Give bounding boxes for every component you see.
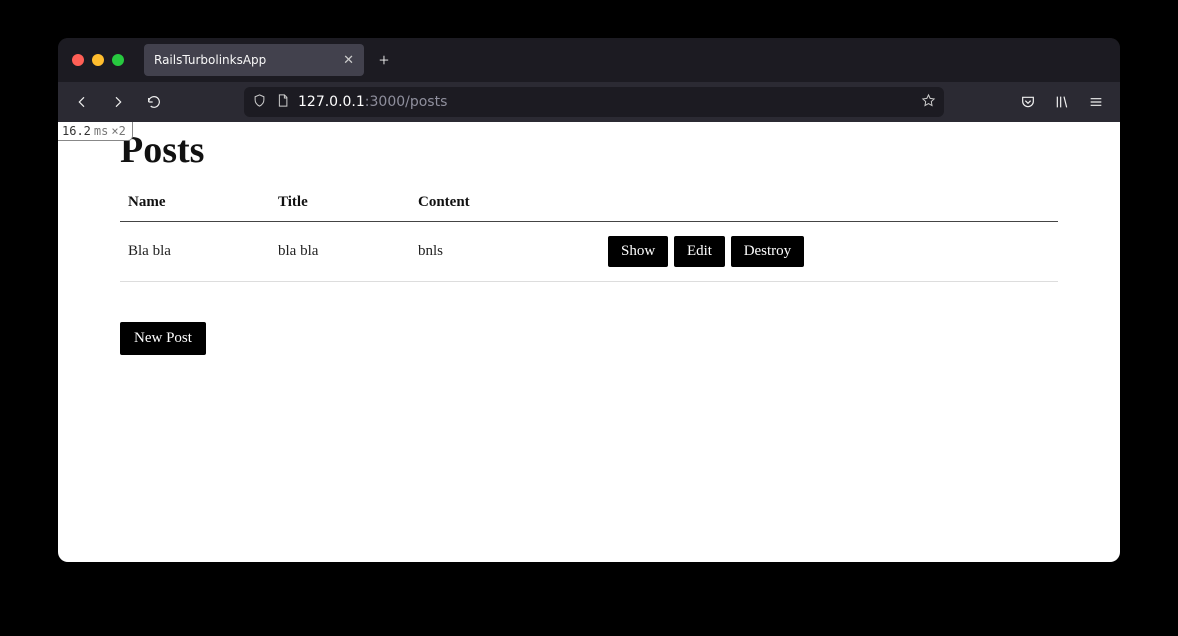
th-name: Name	[120, 186, 270, 222]
url-path: :3000/posts	[365, 94, 448, 110]
table-row: Bla bla bla bla bnls Show Edit Destroy	[120, 222, 1058, 282]
page-content: 16.2ms×2 Posts Name Title Content Bla bl…	[58, 122, 1120, 562]
page-title: Posts	[120, 128, 1058, 172]
destroy-button[interactable]: Destroy	[731, 236, 805, 267]
profiler-unit: ms	[94, 124, 108, 138]
th-content: Content	[410, 186, 600, 222]
page-icon	[275, 93, 290, 112]
browser-toolbar: 127.0.0.1:3000/posts	[58, 82, 1120, 122]
th-title: Title	[270, 186, 410, 222]
browser-tab[interactable]: RailsTurbolinksApp ✕	[144, 44, 364, 76]
pocket-icon[interactable]	[1012, 86, 1044, 118]
window-fullscreen-button[interactable]	[112, 54, 124, 66]
show-button[interactable]: Show	[608, 236, 668, 267]
tab-close-icon[interactable]: ✕	[343, 53, 354, 68]
posts-table: Name Title Content Bla bla bla bla bnls …	[120, 186, 1058, 282]
traffic-lights	[72, 54, 124, 66]
url-host: 127.0.0.1	[298, 94, 365, 110]
menu-icon[interactable]	[1080, 86, 1112, 118]
toolbar-right	[1012, 86, 1112, 118]
new-tab-button[interactable]: +	[370, 46, 398, 74]
cell-title: bla bla	[270, 222, 410, 282]
tab-bar: RailsTurbolinksApp ✕ +	[58, 38, 1120, 82]
window-minimize-button[interactable]	[92, 54, 104, 66]
cell-name: Bla bla	[120, 222, 270, 282]
shield-icon	[252, 93, 267, 112]
profiler-multiplier: ×2	[111, 124, 125, 138]
bookmark-star-icon[interactable]	[921, 93, 936, 112]
th-actions	[600, 186, 1058, 222]
mini-profiler-badge[interactable]: 16.2ms×2	[58, 122, 133, 141]
tab-title: RailsTurbolinksApp	[154, 53, 266, 67]
new-post-button[interactable]: New Post	[120, 322, 206, 355]
profiler-ms: 16.2	[62, 124, 91, 138]
back-button[interactable]	[66, 86, 98, 118]
forward-button[interactable]	[102, 86, 134, 118]
window-close-button[interactable]	[72, 54, 84, 66]
url-text: 127.0.0.1:3000/posts	[298, 94, 913, 110]
library-icon[interactable]	[1046, 86, 1078, 118]
cell-content: bnls	[410, 222, 600, 282]
cell-actions: Show Edit Destroy	[600, 222, 1058, 282]
edit-button[interactable]: Edit	[674, 236, 725, 267]
browser-window: RailsTurbolinksApp ✕ + 127.0.0.1:3000/po…	[58, 38, 1120, 562]
url-bar[interactable]: 127.0.0.1:3000/posts	[244, 87, 944, 117]
reload-button[interactable]	[138, 86, 170, 118]
